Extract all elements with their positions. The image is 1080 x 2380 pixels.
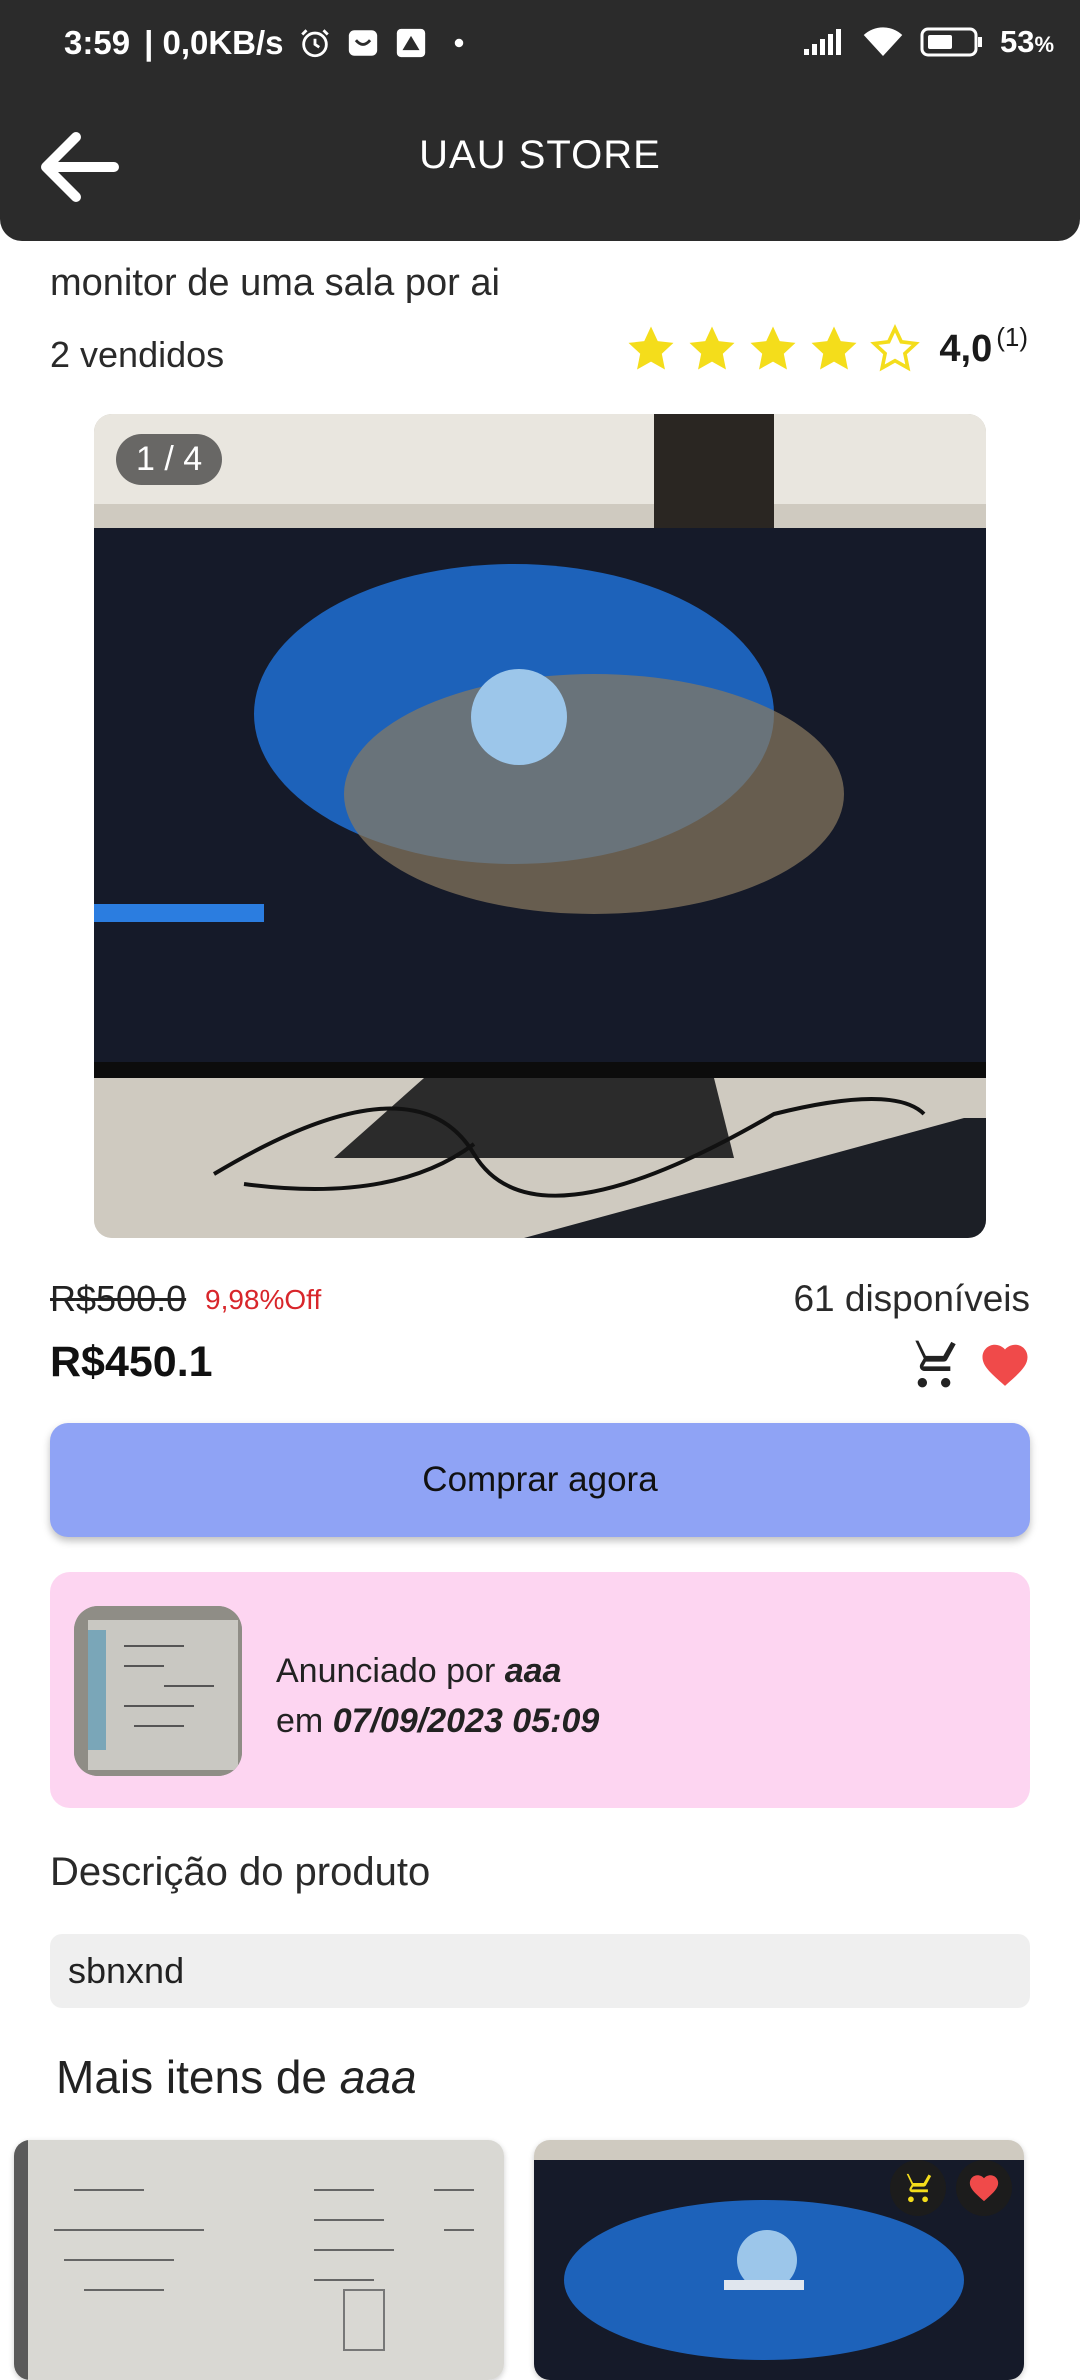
heart-icon	[969, 2175, 999, 2202]
dot-icon	[454, 38, 463, 48]
posted-date: 07/09/2023 05:09	[332, 1702, 600, 1740]
seller-line: Anunciado por aaa	[276, 1652, 562, 1690]
item-card-monitor[interactable]	[534, 2140, 1024, 2380]
star-filled-icon	[750, 326, 796, 370]
notification-icon	[348, 30, 377, 56]
product-title: monitor de uma sala por ai	[50, 262, 500, 304]
signal-icon	[803, 29, 841, 55]
item-card-whiteboard[interactable]	[14, 2140, 504, 2380]
buy-now-button[interactable]: Comprar agora	[50, 1423, 1030, 1537]
current-price: R$450.1	[50, 1338, 213, 1386]
alarm-icon	[300, 29, 329, 58]
star-filled-icon	[689, 326, 735, 370]
seller-avatar-image	[74, 1606, 242, 1776]
network-speed: | 0,0KB/s	[144, 24, 284, 61]
description-heading: Descrição do produto	[50, 1850, 431, 1894]
rating: 4,0 (1)	[624, 322, 1028, 376]
star-empty-icon	[870, 324, 921, 372]
more-items-heading: Mais itens de aaa	[56, 2051, 417, 2103]
item-image	[14, 2140, 504, 2380]
app-header: UAU STORE	[0, 95, 1080, 241]
app-title: UAU STORE	[419, 133, 661, 177]
add-to-cart-button[interactable]	[906, 1336, 962, 1392]
stock-available: 61 disponíveis	[793, 1278, 1030, 1319]
favorite-button[interactable]	[978, 1338, 1032, 1392]
card-favorite-button[interactable]	[956, 2160, 1012, 2216]
status-right: 53%	[802, 24, 1054, 60]
wifi-icon	[863, 27, 903, 56]
image-counter: 1 / 4	[116, 434, 223, 485]
more-items-seller: aaa	[339, 2051, 417, 2103]
battery-icon	[920, 27, 982, 57]
description-text: sbnxnd	[68, 1950, 185, 1991]
status-left: 3:59 | 0,0KB/s	[64, 24, 476, 62]
discount-badge: 9,98%Off	[205, 1284, 322, 1315]
seller-info: Anunciado por aaa em 07/09/2023 05:09	[276, 1646, 599, 1746]
heart-icon	[982, 1344, 1028, 1386]
product-image-gallery[interactable]: 1 / 4	[94, 414, 986, 1238]
sold-count: 2 vendidos	[50, 334, 225, 375]
cart-icon	[902, 2173, 932, 2203]
star-filled-icon	[628, 326, 674, 370]
status-bar: 3:59 | 0,0KB/s 53%	[0, 0, 1080, 95]
card-add-to-cart-button[interactable]	[890, 2160, 946, 2216]
status-time: 3:59	[64, 24, 131, 61]
posted-date-line: em 07/09/2023 05:09	[276, 1702, 600, 1740]
star-filled-icon	[811, 326, 857, 370]
product-image	[94, 414, 986, 1238]
app-icon	[396, 28, 425, 58]
rating-count: (1)	[996, 321, 1028, 352]
description-box: sbnxnd	[50, 1934, 1030, 2008]
battery-percent: 53%	[999, 24, 1054, 59]
item-image	[534, 2140, 1024, 2380]
rating-value: 4,0	[939, 327, 993, 370]
seller-card[interactable]: Anunciado por aaa em 07/09/2023 05:09	[50, 1572, 1030, 1808]
seller-avatar[interactable]	[74, 1606, 242, 1776]
old-price: R$500.0	[50, 1278, 187, 1319]
seller-name[interactable]: aaa	[505, 1652, 562, 1690]
cart-icon	[908, 1340, 956, 1388]
